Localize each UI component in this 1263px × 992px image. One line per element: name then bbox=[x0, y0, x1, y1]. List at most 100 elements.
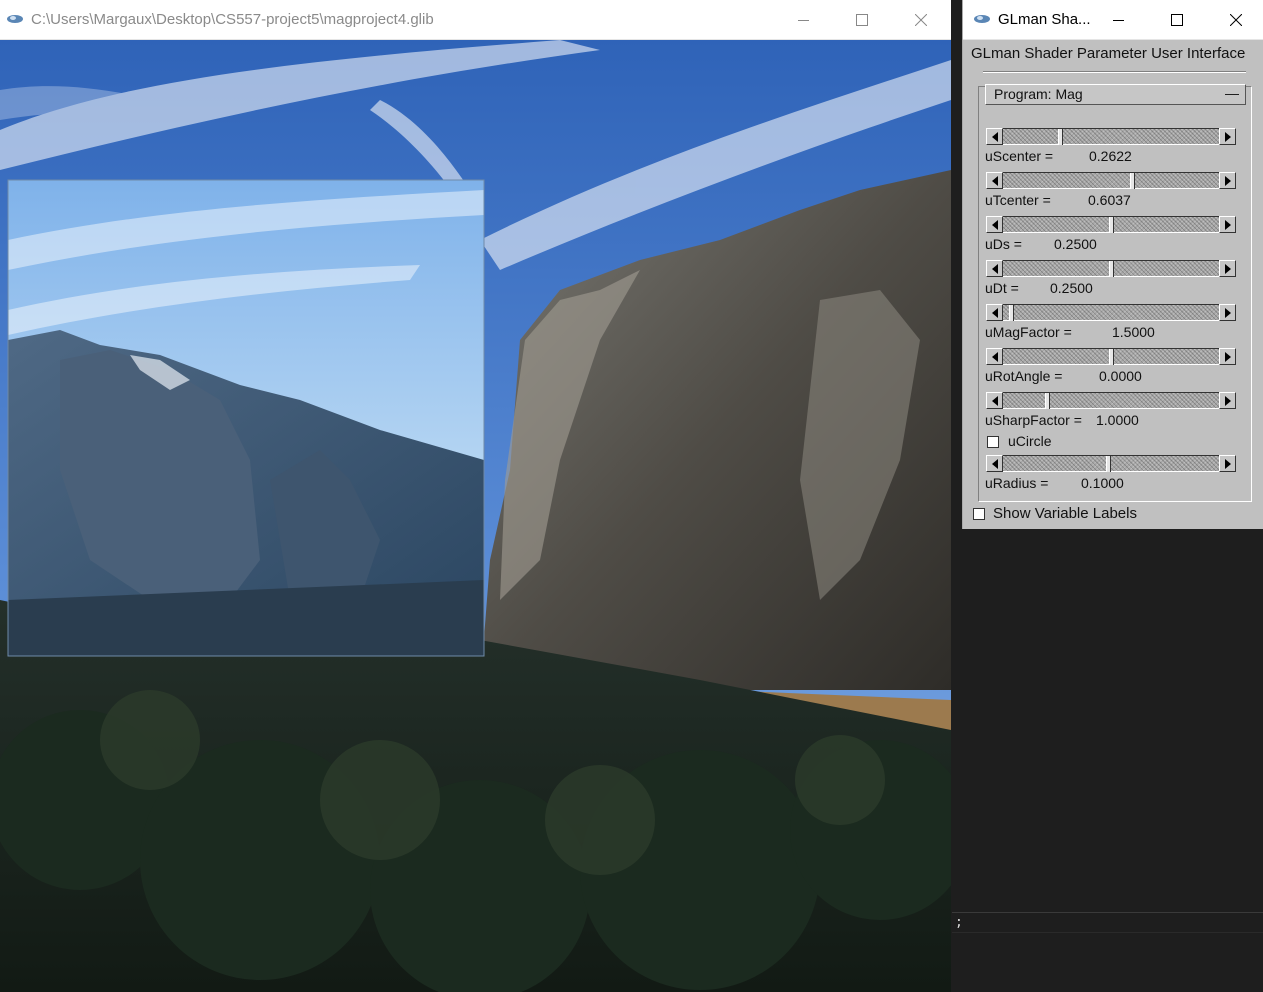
urotangle-row: uRotAngle = 0.0000 bbox=[985, 368, 1142, 384]
maximize-button[interactable] bbox=[839, 0, 885, 39]
panel-titlebar[interactable]: GLman Sha... bbox=[963, 0, 1263, 40]
show-variable-labels-label: Show Variable Labels bbox=[993, 505, 1137, 522]
ucircle-checkbox[interactable] bbox=[987, 436, 999, 448]
slider-thumb[interactable] bbox=[1130, 173, 1135, 189]
slider-thumb[interactable] bbox=[1109, 349, 1114, 365]
slider-track[interactable] bbox=[1003, 216, 1219, 233]
udt-slider[interactable] bbox=[986, 260, 1236, 278]
param-name: uRadius = bbox=[985, 475, 1049, 491]
slider-thumb[interactable] bbox=[1058, 129, 1063, 145]
param-name: uTcenter = bbox=[985, 192, 1051, 208]
maximize-icon bbox=[856, 13, 868, 26]
uds-row: uDs = 0.2500 bbox=[985, 236, 1097, 252]
param-value: 1.5000 bbox=[1112, 324, 1155, 340]
divider bbox=[983, 71, 1246, 73]
scroll-right-arrow-icon[interactable] bbox=[1219, 260, 1236, 277]
render-canvas[interactable] bbox=[0, 40, 951, 992]
glman-icon bbox=[6, 12, 23, 26]
minimize-icon bbox=[1113, 14, 1125, 26]
slider-thumb[interactable] bbox=[1109, 261, 1114, 277]
usharpfactor-row: uSharpFactor = 1.0000 bbox=[985, 412, 1139, 428]
console-output: ; bbox=[955, 915, 963, 930]
scroll-right-arrow-icon[interactable] bbox=[1219, 216, 1236, 233]
scroll-right-arrow-icon[interactable] bbox=[1219, 304, 1236, 321]
slider-track[interactable] bbox=[1003, 304, 1219, 321]
umagfactor-row: uMagFactor = 1.5000 bbox=[985, 324, 1155, 340]
panel-body: GLman Shader Parameter User Interface Pr… bbox=[963, 40, 1263, 529]
scroll-left-arrow-icon[interactable] bbox=[986, 348, 1003, 365]
close-button[interactable] bbox=[898, 0, 944, 39]
param-name: uDs = bbox=[985, 236, 1022, 252]
param-name: uScenter = bbox=[985, 148, 1054, 164]
glman-panel-window: GLman Sha... GLman Shader Parameter User… bbox=[962, 0, 1263, 529]
close-icon bbox=[1230, 13, 1242, 26]
scroll-left-arrow-icon[interactable] bbox=[986, 128, 1003, 145]
slider-thumb[interactable] bbox=[1009, 305, 1014, 321]
program-rollout[interactable]: Program: Mag — bbox=[985, 84, 1246, 105]
magnified-region bbox=[7, 179, 485, 657]
uradius-row: uRadius = 0.1000 bbox=[985, 475, 1124, 491]
show-variable-labels-checkbox[interactable] bbox=[973, 508, 985, 520]
panel-close-button[interactable] bbox=[1213, 0, 1259, 39]
utcenter-slider[interactable] bbox=[986, 172, 1236, 190]
panel-heading: GLman Shader Parameter User Interface bbox=[971, 45, 1246, 62]
udt-row: uDt = 0.2500 bbox=[985, 280, 1093, 296]
slider-track[interactable] bbox=[1003, 260, 1219, 277]
minimize-button[interactable] bbox=[781, 0, 827, 39]
slider-thumb[interactable] bbox=[1045, 393, 1050, 409]
scroll-left-arrow-icon[interactable] bbox=[986, 172, 1003, 189]
slider-thumb[interactable] bbox=[1106, 456, 1111, 472]
param-value: 0.6037 bbox=[1088, 192, 1131, 208]
collapse-icon[interactable]: — bbox=[1225, 85, 1239, 101]
slider-track[interactable] bbox=[1003, 455, 1219, 472]
slider-track[interactable] bbox=[1003, 172, 1219, 189]
usharpfactor-slider[interactable] bbox=[986, 392, 1236, 410]
program-label: Program: Mag bbox=[994, 86, 1083, 102]
param-name: uRotAngle = bbox=[985, 368, 1063, 384]
panel-title: GLman Sha... bbox=[998, 11, 1091, 28]
minimize-icon bbox=[798, 14, 810, 26]
scroll-left-arrow-icon[interactable] bbox=[986, 304, 1003, 321]
param-value: 0.2622 bbox=[1089, 148, 1132, 164]
param-value: 0.1000 bbox=[1081, 475, 1124, 491]
slider-track[interactable] bbox=[1003, 348, 1219, 365]
param-value: 0.2500 bbox=[1050, 280, 1093, 296]
render-titlebar[interactable]: C:\Users\Margaux\Desktop\CS557-project5\… bbox=[0, 0, 951, 40]
slider-thumb[interactable] bbox=[1109, 217, 1114, 233]
close-icon bbox=[915, 13, 927, 26]
panel-maximize-button[interactable] bbox=[1154, 0, 1200, 39]
slider-track[interactable] bbox=[1003, 128, 1219, 145]
utcenter-row: uTcenter = 0.6037 bbox=[985, 192, 1131, 208]
divider bbox=[952, 912, 1263, 913]
scroll-left-arrow-icon[interactable] bbox=[986, 260, 1003, 277]
panel-minimize-button[interactable] bbox=[1096, 0, 1142, 39]
uradius-slider[interactable] bbox=[986, 455, 1236, 473]
ucircle-label: uCircle bbox=[1008, 433, 1052, 449]
uds-slider[interactable] bbox=[986, 216, 1236, 234]
scroll-right-arrow-icon[interactable] bbox=[1219, 392, 1236, 409]
scene-image bbox=[0, 40, 951, 992]
render-window: C:\Users\Margaux\Desktop\CS557-project5\… bbox=[0, 0, 951, 992]
scroll-left-arrow-icon[interactable] bbox=[986, 216, 1003, 233]
param-name: uDt = bbox=[985, 280, 1019, 296]
uscenter-row: uScenter = 0.2622 bbox=[985, 148, 1132, 164]
urotangle-slider[interactable] bbox=[986, 348, 1236, 366]
scroll-left-arrow-icon[interactable] bbox=[986, 392, 1003, 409]
scroll-right-arrow-icon[interactable] bbox=[1219, 172, 1236, 189]
scroll-right-arrow-icon[interactable] bbox=[1219, 128, 1236, 145]
param-value: 1.0000 bbox=[1096, 412, 1139, 428]
window-title: C:\Users\Margaux\Desktop\CS557-project5\… bbox=[31, 11, 434, 28]
scroll-right-arrow-icon[interactable] bbox=[1219, 348, 1236, 365]
param-name: uSharpFactor = bbox=[985, 412, 1082, 428]
uscenter-slider[interactable] bbox=[986, 128, 1236, 146]
umagfactor-slider[interactable] bbox=[986, 304, 1236, 322]
divider bbox=[952, 932, 1263, 933]
param-value: 0.0000 bbox=[1099, 368, 1142, 384]
scroll-right-arrow-icon[interactable] bbox=[1219, 455, 1236, 472]
param-value: 0.2500 bbox=[1054, 236, 1097, 252]
glman-icon bbox=[973, 12, 990, 26]
param-name: uMagFactor = bbox=[985, 324, 1072, 340]
slider-track[interactable] bbox=[1003, 392, 1219, 409]
scroll-left-arrow-icon[interactable] bbox=[986, 455, 1003, 472]
maximize-icon bbox=[1171, 13, 1183, 26]
